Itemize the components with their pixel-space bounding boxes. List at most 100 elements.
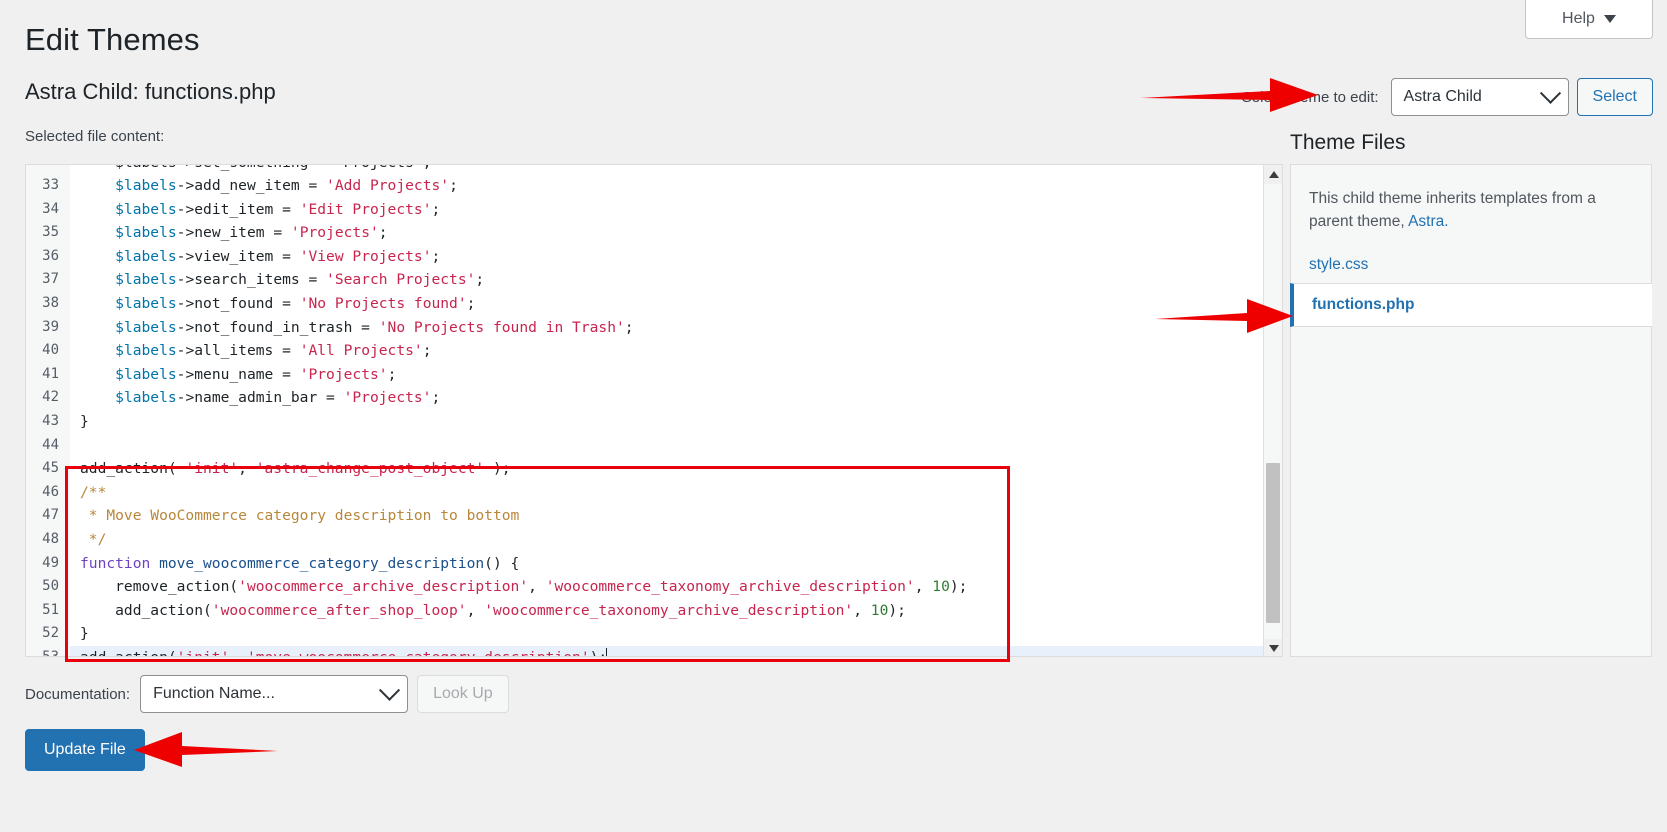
scroll-down-button[interactable] [1264,639,1282,656]
theme-files-title: Theme Files [1290,131,1406,154]
theme-selector-label: Select theme to edit: [1241,88,1379,106]
theme-file-functions-php[interactable]: functions.php [1290,283,1652,327]
code-line[interactable]: 52} [26,622,1282,646]
code-line-content: add_action( 'init', 'astra_change_post_o… [80,460,511,478]
code-line-content: /** [80,483,107,501]
code-line[interactable]: 38 $labels->not_found = 'No Projects fou… [26,291,1282,316]
line-number: 36 [26,244,70,269]
code-editor[interactable]: $labels->set_something = 'Projects'; 33 … [25,164,1283,657]
code-line-content: $labels->view_item = 'View Projects'; [115,247,441,265]
partial-top-line: $labels->set_something = 'Projects'; [26,165,1282,174]
code-line[interactable]: 41 $labels->menu_name = 'Projects'; [26,362,1282,387]
page-title: Edit Themes [25,22,200,57]
code-line[interactable]: 50 remove_action('woocommerce_archive_de… [26,575,1282,599]
theme-editor-page: Help Edit Themes Astra Child: functions.… [0,0,1667,832]
editor-scrollbar[interactable] [1263,165,1282,656]
code-line-content: $labels->name_admin_bar = 'Projects'; [115,389,441,407]
code-line-content: * Move WooCommerce category description … [80,507,520,525]
code-line-content: $labels->menu_name = 'Projects'; [115,365,397,383]
selected-file-content-label: Selected file content: [25,128,165,145]
line-number: 42 [26,386,70,410]
text-cursor [606,647,608,656]
theme-select-value: Astra Child [1403,88,1482,105]
code-line[interactable]: 48 */ [26,527,1282,552]
line-number: 50 [26,575,70,599]
update-file-button[interactable]: Update File [25,729,145,771]
code-line[interactable]: 33 $labels->add_new_item = 'Add Projects… [26,174,1282,198]
line-number: 47 [26,504,70,528]
code-line-content: function move_woocommerce_category_descr… [80,554,520,572]
current-file-title: Astra Child: functions.php [25,79,276,104]
help-button[interactable]: Help [1525,0,1653,39]
code-lines-container[interactable]: $labels->set_something = 'Projects'; 33 … [26,165,1282,656]
triangle-down-icon [1268,645,1279,652]
scrollbar-thumb[interactable] [1266,463,1280,623]
line-number: 38 [26,291,70,316]
code-line[interactable]: 46 /** [26,480,1282,505]
look-up-button[interactable]: Look Up [417,675,509,713]
code-line-content [70,434,80,458]
code-line[interactable]: 39 $labels->not_found_in_trash = 'No Pro… [26,315,1282,340]
code-line-content: $labels->new_item = 'Projects'; [115,224,388,242]
code-line[interactable]: 49 function move_woocommerce_category_des… [26,551,1282,576]
code-line-content: $labels->add_new_item = 'Add Projects'; [115,177,458,194]
line-number: 45 [26,457,70,481]
code-line-content: $labels->not_found_in_trash = 'No Projec… [115,318,634,336]
line-number: 48 [26,527,70,552]
code-line[interactable]: 42 $labels->name_admin_bar = 'Projects'; [26,386,1282,410]
code-line[interactable]: 35 $labels->new_item = 'Projects'; [26,221,1282,245]
theme-file-list: style.css functions.php [1290,247,1652,327]
line-number: 41 [26,362,70,387]
code-line-content: $labels->search_items = 'Search Projects… [115,271,485,289]
code-line[interactable]: 34 $labels->edit_item = 'Edit Projects'; [26,197,1282,222]
documentation-select[interactable]: Function Name... [140,675,409,713]
code-line-content: } [80,412,89,430]
scroll-up-button[interactable] [1264,165,1282,184]
annotation-arrow-update-file [134,732,278,767]
chevron-down-icon [1539,82,1561,104]
line-number: 40 [26,339,70,363]
theme-selector-row: Select theme to edit: Astra Child Select [1242,78,1653,116]
code-line[interactable]: 51 add_action('woocommerce_after_shop_lo… [26,598,1282,623]
code-line[interactable]: 40 $labels->all_items = 'All Projects'; [26,339,1282,363]
code-line[interactable]: 36 $labels->view_item = 'View Projects'; [26,244,1282,269]
parent-theme-link[interactable]: Astra. [1408,213,1448,230]
code-line-content: } [80,625,89,643]
triangle-up-icon [1268,171,1279,178]
theme-files-panel: This child theme inherits templates from… [1290,164,1652,657]
line-number: 53 [26,645,70,656]
chevron-down-icon [1603,15,1616,23]
line-number: 44 [26,433,70,458]
code-line[interactable]: 43} [26,409,1282,434]
line-number: 35 [26,221,70,245]
code-line[interactable]: 53add_action('init', 'move_woocommerce_c… [26,645,1282,656]
code-line-content: */ [80,530,107,548]
help-label: Help [1562,10,1595,27]
theme-file-style-css[interactable]: style.css [1291,247,1651,283]
code-line[interactable]: 45 add_action( 'init', 'astra_change_post… [26,457,1282,481]
chevron-down-icon [378,679,401,701]
line-number: 37 [26,268,70,292]
code-line-content: $labels->not_found = 'No Projects found'… [115,294,476,312]
line-number: 33 [26,174,70,198]
inherit-note: This child theme inherits templates from… [1291,165,1651,233]
documentation-label: Documentation: [25,685,131,703]
code-line[interactable]: 44 [26,433,1282,458]
theme-select-dropdown[interactable]: Astra Child [1390,78,1569,116]
documentation-select-value: Function Name... [153,685,275,702]
documentation-row: Documentation: Function Name... Look Up [25,675,509,713]
code-line[interactable]: 37 $labels->search_items = 'Search Proje… [26,268,1282,292]
code-line-content: $labels->edit_item = 'Edit Projects'; [115,200,441,218]
code-line-content: remove_action('woocommerce_archive_descr… [80,578,968,596]
code-line-content: add_action('init', 'move_woocommerce_cat… [70,645,1282,656]
code-line[interactable]: 47 * Move WooCommerce category descripti… [26,504,1282,528]
select-theme-button[interactable]: Select [1576,78,1653,116]
line-number: 49 [26,551,70,576]
line-number: 46 [26,480,70,505]
code-line-content: $labels->all_items = 'All Projects'; [115,342,432,360]
line-number: 51 [26,598,70,623]
line-number: 39 [26,315,70,340]
line-number: 52 [26,622,70,646]
line-number: 34 [26,197,70,222]
line-number: 43 [26,409,70,434]
